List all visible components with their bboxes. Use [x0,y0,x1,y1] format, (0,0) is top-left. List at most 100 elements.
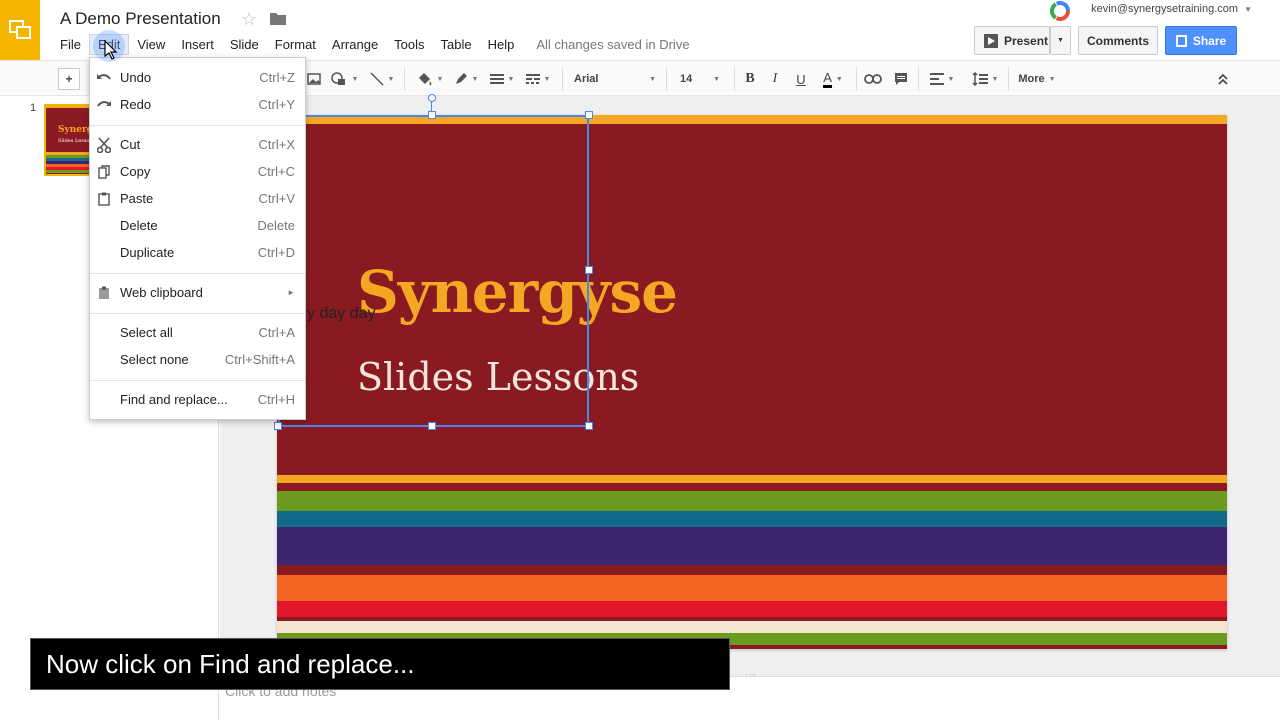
resize-handle-bottom-right[interactable] [585,422,593,430]
line-spacing-icon[interactable]: ▼ [968,68,1002,90]
notes-resize-grip[interactable]: ⋯ [745,668,757,681]
copy-label: Copy [120,164,151,179]
border-color-icon[interactable]: ▼ [450,68,482,90]
copy-shortcut: Ctrl+C [257,164,295,179]
present-label: Present [1004,33,1049,48]
menu-item-duplicate[interactable]: Duplicate Ctrl+D [90,240,305,265]
building-icon [1175,34,1187,47]
mouse-cursor-icon [104,39,118,65]
select-all-label: Select all [120,325,173,340]
present-options-button[interactable]: ▼ [1050,26,1071,55]
paste-label: Paste [120,191,154,206]
align-icon[interactable]: ▼ [924,68,960,90]
border-weight-icon[interactable]: ▼ [486,68,518,90]
undo-label: Undo [120,70,152,85]
copy-icon [96,164,112,180]
more-button[interactable]: More ▼ [1014,68,1060,90]
clipboard-icon [96,191,112,207]
web-clipboard-label: Web clipboard [120,285,203,300]
resize-handle-bottom-left[interactable] [274,422,282,430]
web-clipboard-icon [96,285,112,301]
edit-menu-dropdown: Undo Ctrl+Z Redo Ctrl+Y Cut Ctrl+X Copy … [89,57,306,420]
more-label: More [1018,73,1045,85]
menu-item-redo[interactable]: Redo Ctrl+Y [90,92,305,117]
menu-item-select-all[interactable]: Select all Ctrl+A [90,320,305,345]
chevron-down-icon: ▼ [1244,4,1252,14]
link-icon[interactable] [862,68,884,90]
italic-icon[interactable]: I [766,68,784,90]
menu-slide[interactable]: Slide [222,35,267,54]
menu-item-select-none[interactable]: Select none Ctrl+Shift+A [90,347,305,372]
stripe-red [277,483,1227,491]
fill-color-icon[interactable]: ▼ [414,68,446,90]
menu-arrange[interactable]: Arrange [324,35,386,54]
comment-icon[interactable] [890,68,912,90]
menu-help[interactable]: Help [480,35,523,54]
stripe-green [277,491,1227,511]
font-size-select[interactable]: 14 ▼ [674,68,726,90]
slides-app: A Demo Presentation ☆ File Edit View Ins… [0,0,1280,720]
comments-button[interactable]: Comments [1078,26,1158,55]
select-none-label: Select none [120,352,189,367]
line-icon[interactable]: ▼ [366,68,398,90]
stripe-orange [277,475,1227,483]
document-title[interactable]: A Demo Presentation [60,9,221,29]
plus-icon: + [65,72,73,86]
resize-handle-top-right[interactable] [585,111,593,119]
menu-file[interactable]: File [52,35,89,54]
underline-icon[interactable]: U [792,68,810,90]
border-dash-icon[interactable]: ▼ [522,68,554,90]
present-button[interactable]: Present [974,26,1050,55]
play-icon [984,33,998,48]
new-slide-button[interactable]: + [58,68,80,90]
font-size-value: 14 [680,73,693,85]
resize-handle-right[interactable] [585,266,593,274]
menu-table[interactable]: Table [433,35,480,54]
menu-view[interactable]: View [129,35,173,54]
menu-format[interactable]: Format [267,35,324,54]
selected-text-box[interactable]: y day day [307,305,375,323]
share-button[interactable]: Share [1165,26,1237,55]
menu-item-find-replace[interactable]: Find and replace... Ctrl+H [90,387,305,412]
slide-canvas[interactable]: Synergyse Slides Lessons y day day [277,115,1227,649]
paste-shortcut: Ctrl+V [258,191,295,206]
collapse-toolbar-icon[interactable] [1214,68,1232,90]
image-icon[interactable] [306,68,322,90]
shape-icon[interactable]: ▼ [328,68,360,90]
font-family-select[interactable]: Arial ▼ [568,68,662,90]
folder-icon[interactable] [270,12,286,30]
chevron-down-icon: ▼ [1057,37,1064,44]
cut-shortcut: Ctrl+X [258,137,295,152]
star-icon[interactable]: ☆ [241,9,257,30]
account-email: kevin@synergysetraining.com [1091,3,1239,15]
scissors-icon [96,136,112,153]
duplicate-label: Duplicate [120,245,175,260]
menu-tools[interactable]: Tools [386,35,432,54]
stripe-crimson [277,601,1227,617]
resize-handle-top[interactable] [428,111,436,119]
menu-item-delete[interactable]: Delete Delete [90,213,305,238]
menu-insert[interactable]: Insert [173,35,222,54]
stripe-top [277,115,1227,124]
menu-item-web-clipboard[interactable]: Web clipboard ► [90,280,305,305]
slide-title[interactable]: Synergyse [357,258,678,326]
rotate-handle[interactable] [428,94,436,102]
slide-number: 1 [30,102,37,114]
resize-handle-bottom[interactable] [428,422,436,430]
submenu-arrow-icon: ► [287,288,295,297]
menu-bar: File Edit View Insert Slide Format Arran… [52,33,690,55]
slides-logo-icon[interactable] [0,0,40,60]
menu-item-copy[interactable]: Copy Ctrl+C [90,159,305,184]
bold-icon[interactable]: B [740,68,760,90]
slide-subtitle[interactable]: Slides Lessons [357,355,639,399]
menu-item-undo[interactable]: Undo Ctrl+Z [90,65,305,90]
font-family-value: Arial [574,73,599,85]
caption-text: Now click on Find and replace... [46,649,415,679]
menu-item-paste[interactable]: Paste Ctrl+V [90,186,305,211]
share-label: Share [1192,33,1227,48]
menu-item-cut[interactable]: Cut Ctrl+X [90,132,305,157]
save-status: All changes saved in Drive [536,36,690,52]
text-color-icon[interactable]: A ▼ [816,68,850,90]
undo-shortcut: Ctrl+Z [259,70,295,85]
account-menu[interactable]: kevin@synergysetraining.com ▼ [1091,3,1252,15]
